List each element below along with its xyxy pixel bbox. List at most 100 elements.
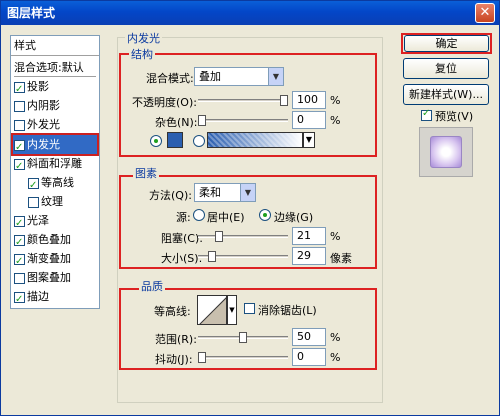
new-style-button[interactable]: 新建样式(W)... bbox=[403, 84, 489, 105]
structure-title: 结构 bbox=[129, 46, 155, 62]
list-item-label: 外发光 bbox=[27, 118, 60, 131]
opacity-slider[interactable] bbox=[198, 95, 288, 106]
list-item-label: 混合选项:默认 bbox=[14, 61, 84, 74]
list-item-drop-shadow[interactable]: 投影 bbox=[14, 77, 49, 99]
list-item-label: 投影 bbox=[27, 80, 49, 93]
method-select[interactable]: 柔和 ▼ bbox=[194, 183, 256, 202]
range-input[interactable]: 50 bbox=[292, 328, 326, 346]
drop-shadow-checkbox[interactable] bbox=[14, 80, 25, 99]
jitter-unit: % bbox=[330, 351, 341, 364]
size-input[interactable]: 29 bbox=[292, 247, 326, 265]
styles-list-header: 样式 bbox=[11, 36, 99, 56]
list-item-blend-options[interactable]: 混合选项:默认 bbox=[14, 58, 96, 77]
list-item-bevel-emboss[interactable]: 斜面和浮雕 bbox=[14, 154, 82, 176]
contour-label: 等高线: bbox=[154, 305, 191, 318]
layer-style-dialog: 图层样式 ✕ 样式 混合选项:默认 投影 内阴影 外发光 内发光 斜面和浮雕 等… bbox=[0, 0, 500, 416]
contour-preview[interactable] bbox=[197, 295, 227, 325]
gradient-overlay-checkbox[interactable] bbox=[14, 252, 25, 271]
blend-mode-value: 叠加 bbox=[199, 70, 221, 83]
bevel-emboss-checkbox[interactable] bbox=[14, 157, 25, 176]
chevron-down-icon: ▼ bbox=[268, 68, 283, 85]
gradient-radio[interactable] bbox=[193, 135, 205, 147]
list-item-texture[interactable]: 纹理 bbox=[28, 192, 63, 211]
satin-checkbox[interactable] bbox=[14, 214, 25, 233]
dialog-title: 图层样式 bbox=[7, 6, 56, 20]
list-item-color-overlay[interactable]: 颜色叠加 bbox=[14, 230, 71, 252]
antialias-label: 消除锯齿(L) bbox=[258, 304, 317, 317]
method-label: 方法(Q): bbox=[149, 189, 192, 202]
list-item-label: 等高线 bbox=[41, 176, 74, 189]
list-item-satin[interactable]: 光泽 bbox=[14, 211, 49, 233]
glow-color-swatch[interactable] bbox=[167, 132, 183, 148]
inner-glow-checkbox[interactable] bbox=[14, 138, 25, 157]
list-item-gradient-overlay[interactable]: 渐变叠加 bbox=[14, 249, 71, 271]
source-center-radio[interactable] bbox=[193, 209, 205, 221]
noise-slider-thumb[interactable] bbox=[198, 115, 206, 126]
list-item-label: 描边 bbox=[27, 290, 49, 303]
outer-glow-checkbox[interactable] bbox=[14, 119, 25, 131]
list-item-label: 图案叠加 bbox=[27, 271, 71, 284]
blend-mode-label: 混合模式: bbox=[146, 72, 194, 85]
jitter-slider[interactable] bbox=[198, 352, 288, 363]
noise-unit: % bbox=[330, 114, 341, 127]
color-overlay-checkbox[interactable] bbox=[14, 233, 25, 252]
list-item-label: 渐变叠加 bbox=[27, 252, 71, 265]
blend-mode-select[interactable]: 叠加 ▼ bbox=[194, 67, 284, 86]
list-item-pattern-overlay[interactable]: 图案叠加 bbox=[14, 268, 71, 287]
contour-dropdown-icon[interactable]: ▼ bbox=[227, 295, 237, 325]
solid-color-radio[interactable] bbox=[150, 135, 162, 147]
reset-button[interactable]: 复位 bbox=[403, 58, 489, 79]
gradient-picker[interactable] bbox=[207, 132, 303, 148]
range-slider[interactable] bbox=[198, 332, 288, 343]
jitter-input[interactable]: 0 bbox=[292, 348, 326, 366]
texture-checkbox[interactable] bbox=[28, 196, 39, 208]
inner-shadow-checkbox[interactable] bbox=[14, 100, 25, 112]
preview-thumbnail bbox=[419, 127, 473, 177]
choke-input[interactable]: 21 bbox=[292, 227, 326, 245]
ok-button[interactable]: 确定 bbox=[404, 35, 489, 52]
pattern-overlay-checkbox[interactable] bbox=[14, 272, 25, 284]
method-value: 柔和 bbox=[199, 186, 221, 199]
contour-curve-icon bbox=[199, 297, 226, 324]
source-edge-radio[interactable] bbox=[259, 209, 271, 221]
preview-label: 预览(V) bbox=[435, 110, 474, 123]
list-item-label: 纹理 bbox=[41, 195, 63, 208]
chevron-down-icon: ▼ bbox=[240, 184, 255, 201]
inner-glow-title: 内发光 bbox=[125, 30, 162, 46]
title-bar: 图层样式 ✕ bbox=[1, 1, 499, 25]
range-slider-thumb[interactable] bbox=[239, 332, 247, 343]
list-item-inner-shadow[interactable]: 内阴影 bbox=[14, 96, 60, 115]
opacity-label: 不透明度(O): bbox=[132, 96, 197, 109]
size-slider-thumb[interactable] bbox=[208, 251, 216, 262]
antialias-checkbox[interactable] bbox=[244, 303, 255, 314]
choke-slider[interactable] bbox=[198, 231, 288, 242]
quality-title: 品质 bbox=[139, 278, 165, 294]
source-edge-label: 边缘(G) bbox=[274, 211, 314, 224]
list-item-contour[interactable]: 等高线 bbox=[28, 173, 74, 195]
stroke-checkbox[interactable] bbox=[14, 290, 25, 309]
list-item-label: 颜色叠加 bbox=[27, 233, 71, 246]
close-icon[interactable]: ✕ bbox=[475, 3, 495, 23]
size-slider[interactable] bbox=[198, 251, 288, 262]
opacity-input[interactable]: 100 bbox=[292, 91, 326, 109]
opacity-slider-thumb[interactable] bbox=[280, 95, 288, 106]
range-label: 范围(R): bbox=[155, 333, 197, 346]
contour-checkbox[interactable] bbox=[28, 176, 39, 195]
list-item-stroke[interactable]: 描边 bbox=[14, 287, 49, 309]
list-item-inner-glow[interactable]: 内发光 bbox=[11, 133, 99, 157]
choke-slider-thumb[interactable] bbox=[215, 231, 223, 242]
jitter-label: 抖动(J): bbox=[155, 353, 193, 366]
gradient-dropdown-icon[interactable]: ▼ bbox=[303, 132, 315, 148]
opacity-unit: % bbox=[330, 94, 341, 107]
jitter-slider-thumb[interactable] bbox=[198, 352, 206, 363]
noise-input[interactable]: 0 bbox=[292, 111, 326, 129]
list-item-outer-glow[interactable]: 外发光 bbox=[14, 115, 60, 134]
noise-label: 杂色(N): bbox=[155, 116, 198, 129]
noise-slider[interactable] bbox=[198, 115, 288, 126]
choke-label: 阻塞(C): bbox=[161, 232, 203, 245]
elements-title: 图素 bbox=[133, 165, 159, 181]
preview-checkbox[interactable] bbox=[421, 108, 432, 121]
source-label: 源: bbox=[176, 211, 191, 224]
list-item-label: 斜面和浮雕 bbox=[27, 157, 82, 170]
list-item-label: 光泽 bbox=[27, 214, 49, 227]
